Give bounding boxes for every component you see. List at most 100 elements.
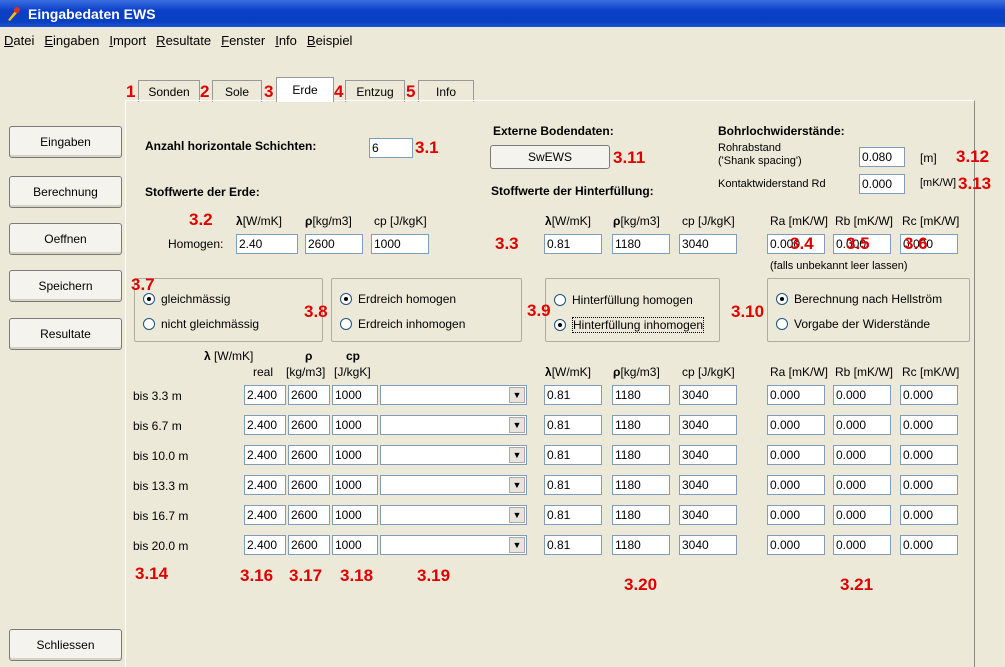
tab-entzug[interactable]: Entzug [345,80,405,102]
chevron-down-icon[interactable]: ▼ [509,387,525,403]
row-fill-rho-input[interactable]: 1180 [612,385,670,405]
soil-cp-input[interactable]: 1000 [371,234,429,254]
radio-vorgabe[interactable]: Vorgabe der Widerstände [776,317,930,331]
row-rc-input[interactable]: 0.000 [900,445,958,465]
row-cp-input[interactable]: 1000 [332,505,378,525]
swews-button[interactable]: SwEWS [490,145,610,169]
row-rb-input[interactable]: 0.000 [833,445,891,465]
row-fill-cp-input[interactable]: 3040 [679,535,737,555]
fill-rho-input[interactable]: 1180 [612,234,670,254]
row-rb-input[interactable]: 0.000 [833,475,891,495]
row-fill-rho-input[interactable]: 1180 [612,415,670,435]
soil-lambda-input[interactable]: 2.40 [236,234,298,254]
tab-erde[interactable]: Erde [276,77,334,102]
soil-rho-input[interactable]: 2600 [305,234,363,254]
row-rb-input[interactable]: 0.000 [833,415,891,435]
tab-info[interactable]: Info [418,80,474,102]
radio-dot[interactable] [554,319,566,331]
row-fill-cp-input[interactable]: 3040 [679,445,737,465]
chevron-down-icon[interactable]: ▼ [509,477,525,493]
chevron-down-icon[interactable]: ▼ [509,507,525,523]
eingaben-button[interactable]: Eingaben [9,126,122,158]
row-cp-input[interactable]: 1000 [332,445,378,465]
radio-dot[interactable] [340,318,352,330]
row-rc-input[interactable]: 0.000 [900,385,958,405]
menu-eingaben[interactable]: Eingaben [44,33,99,48]
radio-dot[interactable] [340,293,352,305]
soil-type-dropdown[interactable]: ▼ [380,535,527,555]
spacing-input[interactable]: 0.080 [859,147,905,167]
row-rb-input[interactable]: 0.000 [833,385,891,405]
chevron-down-icon[interactable]: ▼ [509,447,525,463]
row-fill-rho-input[interactable]: 1180 [612,475,670,495]
menu-import[interactable]: Import [109,33,146,48]
row-ra-input[interactable]: 0.000 [767,505,825,525]
chevron-down-icon[interactable]: ▼ [509,417,525,433]
fill-cp-input[interactable]: 3040 [679,234,737,254]
radio-erdreich-homogen[interactable]: Erdreich homogen [340,292,456,306]
row-fill-rho-input[interactable]: 1180 [612,505,670,525]
row-rc-input[interactable]: 0.000 [900,415,958,435]
radio-dot[interactable] [776,293,788,305]
row-fill-lambda-input[interactable]: 0.81 [544,475,602,495]
soil-type-dropdown[interactable]: ▼ [380,415,527,435]
row-cp-input[interactable]: 1000 [332,415,378,435]
row-lambda-input[interactable]: 2.400 [244,385,286,405]
row-fill-lambda-input[interactable]: 0.81 [544,445,602,465]
row-cp-input[interactable]: 1000 [332,385,378,405]
row-rho-input[interactable]: 2600 [288,505,330,525]
menu-beispiel[interactable]: Beispiel [307,33,353,48]
speichern-button[interactable]: Speichern [9,270,122,302]
row-fill-lambda-input[interactable]: 0.81 [544,385,602,405]
radio-dot[interactable] [143,318,155,330]
row-fill-cp-input[interactable]: 3040 [679,475,737,495]
row-ra-input[interactable]: 0.000 [767,475,825,495]
soil-type-dropdown[interactable]: ▼ [380,505,527,525]
row-rho-input[interactable]: 2600 [288,385,330,405]
row-fill-lambda-input[interactable]: 0.81 [544,505,602,525]
row-rb-input[interactable]: 0.000 [833,505,891,525]
row-fill-lambda-input[interactable]: 0.81 [544,535,602,555]
radio-nicht-gleichmaessig[interactable]: nicht gleichmässig [143,317,259,331]
row-rho-input[interactable]: 2600 [288,475,330,495]
row-lambda-input[interactable]: 2.400 [244,415,286,435]
tab-sole[interactable]: Sole [212,80,262,102]
row-fill-cp-input[interactable]: 3040 [679,505,737,525]
berechnung-button[interactable]: Berechnung [9,176,122,208]
row-lambda-input[interactable]: 2.400 [244,535,286,555]
radio-fill-homogen[interactable]: Hinterfüllung homogen [554,293,693,307]
row-rho-input[interactable]: 2600 [288,445,330,465]
radio-dot[interactable] [776,318,788,330]
radio-hellstroem[interactable]: Berechnung nach Hellström [776,292,942,306]
menu-fenster[interactable]: Fenster [221,33,265,48]
menu-info[interactable]: Info [275,33,297,48]
row-rho-input[interactable]: 2600 [288,415,330,435]
contact-input[interactable]: 0.000 [859,174,905,194]
tab-sonden[interactable]: Sonden [138,80,200,102]
row-cp-input[interactable]: 1000 [332,475,378,495]
row-rho-input[interactable]: 2600 [288,535,330,555]
radio-gleichmaessig[interactable]: gleichmässig [143,292,230,306]
row-rb-input[interactable]: 0.000 [833,535,891,555]
radio-erdreich-inhomogen[interactable]: Erdreich inhomogen [340,317,465,331]
radio-fill-inhomogen[interactable]: Hinterfüllung inhomogen [554,317,705,333]
row-ra-input[interactable]: 0.000 [767,385,825,405]
row-fill-cp-input[interactable]: 3040 [679,415,737,435]
row-rc-input[interactable]: 0.000 [900,505,958,525]
schliessen-button[interactable]: Schliessen [9,629,122,661]
oeffnen-button[interactable]: Oeffnen [9,223,122,255]
chevron-down-icon[interactable]: ▼ [509,537,525,553]
row-rc-input[interactable]: 0.000 [900,535,958,555]
resultate-button[interactable]: Resultate [9,318,122,350]
row-fill-cp-input[interactable]: 3040 [679,385,737,405]
soil-type-dropdown[interactable]: ▼ [380,445,527,465]
row-ra-input[interactable]: 0.000 [767,415,825,435]
radio-dot[interactable] [554,294,566,306]
soil-type-dropdown[interactable]: ▼ [380,475,527,495]
row-fill-rho-input[interactable]: 1180 [612,445,670,465]
menu-datei[interactable]: Datei [4,33,34,48]
row-fill-lambda-input[interactable]: 0.81 [544,415,602,435]
row-ra-input[interactable]: 0.000 [767,445,825,465]
row-fill-rho-input[interactable]: 1180 [612,535,670,555]
layers-input[interactable]: 6 [369,138,413,158]
